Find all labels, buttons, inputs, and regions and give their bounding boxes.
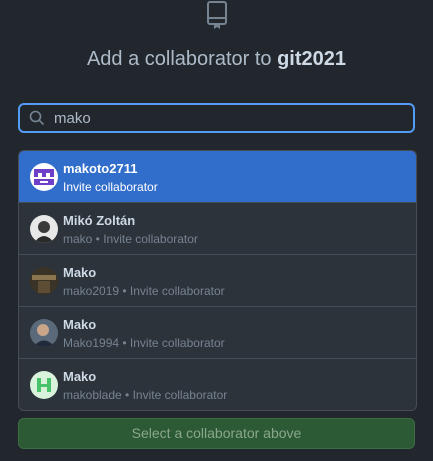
search-input[interactable]: mako: [18, 103, 415, 133]
avatar: [30, 319, 58, 347]
title-prefix: Add a collaborator to: [86, 48, 272, 70]
result-sub: Invite collaborator: [63, 180, 158, 194]
result-item-makoblade[interactable]: Mako makoblade • Invite collaborator: [19, 359, 416, 410]
result-item-mako1994[interactable]: Mako Mako1994 • Invite collaborator: [19, 307, 416, 359]
avatar: [30, 371, 58, 399]
result-sub: Mako1994 • Invite collaborator: [63, 336, 225, 350]
result-item-makoto2711[interactable]: makoto2711 Invite collaborator: [19, 151, 416, 203]
result-sub: makoblade • Invite collaborator: [63, 388, 228, 402]
search-value[interactable]: mako: [54, 110, 91, 127]
repo-name: git2021: [277, 48, 347, 70]
search-icon: [29, 110, 45, 126]
result-name: Mako: [63, 369, 97, 384]
avatar: [30, 215, 58, 243]
select-collaborator-button[interactable]: Select a collaborator above: [18, 418, 415, 449]
results-list: makoto2711 Invite collaborator Mikó Zolt…: [18, 150, 417, 411]
result-item-miko-zoltan[interactable]: Mikó Zoltán mako • Invite collaborator: [19, 203, 416, 255]
avatar: [30, 163, 58, 191]
repo-icon: [207, 1, 227, 29]
result-name: Mako: [63, 265, 97, 280]
avatar: [30, 267, 58, 295]
result-name: Mikó Zoltán: [63, 213, 136, 228]
result-sub: mako2019 • Invite collaborator: [63, 284, 225, 298]
result-item-mako2019[interactable]: Mako mako2019 • Invite collaborator: [19, 255, 416, 307]
result-sub: mako • Invite collaborator: [63, 232, 198, 246]
result-name: makoto2711: [63, 161, 138, 176]
result-name: Mako: [63, 317, 97, 332]
dialog-title: Add a collaborator to git2021: [0, 46, 433, 72]
